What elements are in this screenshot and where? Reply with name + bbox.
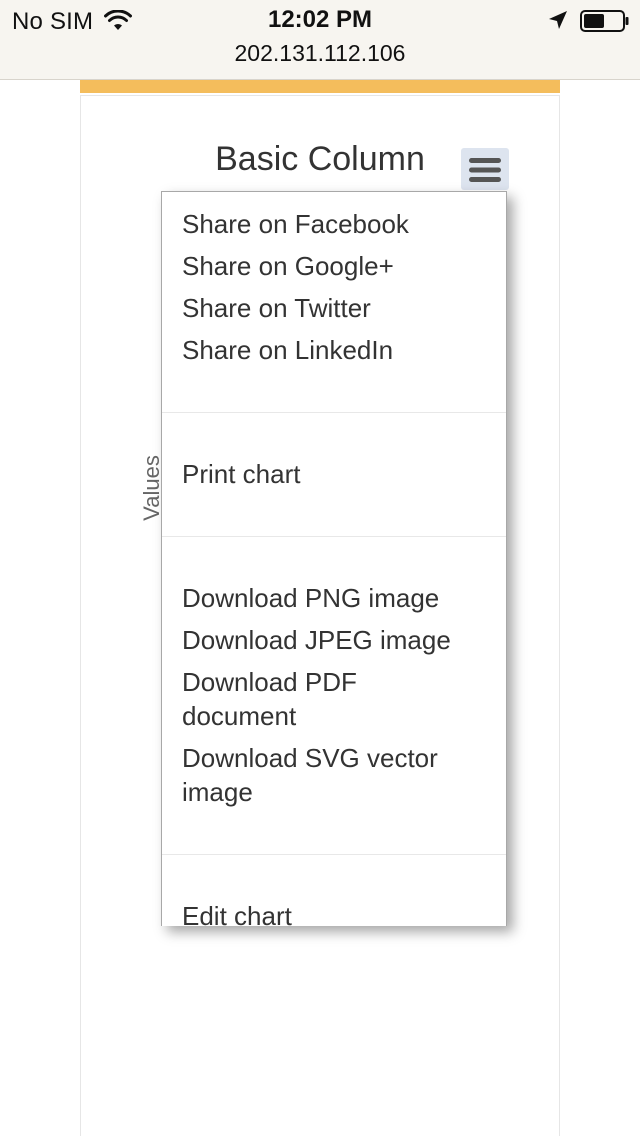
address-bar-url[interactable]: 202.131.112.106 xyxy=(0,40,640,67)
menu-separator xyxy=(162,412,506,413)
accent-bar xyxy=(80,80,560,93)
chart-context-menu: Share on Facebook Share on Google+ Share… xyxy=(161,191,507,926)
chart-menu-button[interactable] xyxy=(461,148,509,190)
menu-item-share-facebook[interactable]: Share on Facebook xyxy=(182,207,482,241)
hamburger-icon xyxy=(469,158,501,182)
menu-item-download-jpeg[interactable]: Download JPEG image xyxy=(182,623,482,657)
browser-status-bar: No SIM 12:02 PM 202.131.112.106 xyxy=(0,0,640,80)
location-arrow-icon xyxy=(549,11,567,29)
status-clock: 12:02 PM xyxy=(267,6,373,33)
menu-item-download-png[interactable]: Download PNG image xyxy=(182,581,482,615)
menu-item-share-twitter[interactable]: Share on Twitter xyxy=(182,291,482,325)
menu-item-edit-chart[interactable]: Edit chart xyxy=(182,899,482,926)
menu-separator xyxy=(162,854,506,855)
menu-separator xyxy=(162,536,506,537)
chart-title: Basic Column xyxy=(215,140,425,178)
menu-item-download-pdf[interactable]: Download PDF document xyxy=(182,665,402,733)
menu-item-print-chart[interactable]: Print chart xyxy=(182,457,482,491)
menu-item-share-linkedin[interactable]: Share on LinkedIn xyxy=(182,333,482,367)
battery-icon xyxy=(580,10,629,32)
menu-item-download-svg[interactable]: Download SVG vector image xyxy=(182,741,472,809)
menu-item-share-google[interactable]: Share on Google+ xyxy=(182,249,482,283)
